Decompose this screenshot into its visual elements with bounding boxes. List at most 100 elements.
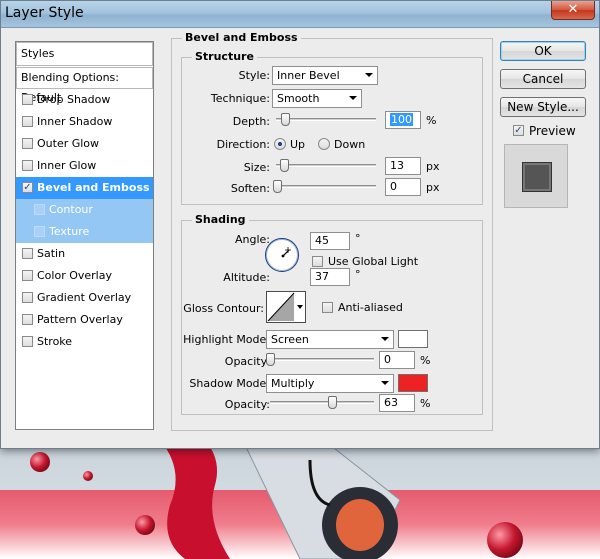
checkbox[interactable]: [22, 160, 33, 171]
shadow-mode-dropdown[interactable]: Multiply: [266, 374, 394, 393]
direction-up-label[interactable]: Up: [290, 138, 305, 151]
checkbox-checked[interactable]: [22, 182, 33, 193]
shadow-opacity-thumb[interactable]: [328, 396, 337, 409]
chevron-down-icon: [297, 305, 303, 309]
layer-style-dialog: Layer Style ✕ Styles Blending Options: D…: [0, 0, 600, 449]
highlight-mode-dropdown[interactable]: Screen: [266, 330, 394, 349]
soften-label: Soften:: [230, 182, 270, 195]
angle-unit: °: [355, 232, 361, 245]
preview-label[interactable]: Preview: [529, 124, 576, 138]
depth-slider-track[interactable]: [276, 118, 376, 121]
style-item-contour[interactable]: Contour: [16, 199, 153, 221]
global-light-checkbox[interactable]: [312, 256, 323, 267]
anti-aliased-checkbox[interactable]: [322, 302, 333, 313]
highlight-opacity-thumb[interactable]: [266, 353, 275, 366]
style-dropdown[interactable]: Inner Bevel: [272, 66, 378, 85]
size-label: Size:: [243, 161, 270, 174]
checkbox[interactable]: [34, 226, 45, 237]
structure-group: Structure Style: Inner Bevel Technique: …: [181, 50, 483, 205]
structure-title: Structure: [192, 50, 257, 63]
contour-curve-icon: [267, 292, 295, 322]
depth-label: Depth:: [232, 115, 270, 128]
checkbox[interactable]: [34, 204, 45, 215]
angle-label: Angle:: [234, 233, 270, 246]
style-item-bevel-emboss[interactable]: Bevel and Emboss: [16, 177, 153, 199]
checkbox[interactable]: [22, 314, 33, 325]
shadow-opacity-track[interactable]: [270, 401, 374, 404]
angle-indicator-icon: [281, 247, 291, 258]
altitude-input[interactable]: 37: [310, 268, 350, 286]
highlight-opacity-unit: %: [420, 354, 431, 367]
checkbox[interactable]: [22, 116, 33, 127]
gloss-contour-label: Gloss Contour:: [183, 302, 264, 315]
direction-down-radio[interactable]: [318, 138, 330, 150]
checkbox[interactable]: [22, 270, 33, 281]
soften-slider-thumb[interactable]: [273, 180, 282, 193]
chevron-down-icon: [381, 337, 389, 341]
depth-slider-thumb[interactable]: [281, 113, 290, 126]
checkbox[interactable]: [22, 336, 33, 347]
chevron-down-icon: [365, 73, 373, 77]
size-slider-track[interactable]: [276, 164, 376, 167]
size-slider-thumb[interactable]: [280, 159, 289, 172]
depth-input[interactable]: 100: [385, 111, 421, 129]
direction-label: Direction:: [216, 138, 270, 151]
soften-slider-track[interactable]: [276, 185, 376, 188]
cancel-button[interactable]: Cancel: [500, 69, 586, 89]
style-item-pattern-overlay[interactable]: Pattern Overlay: [16, 309, 153, 331]
highlight-mode-label: Highlight Mode:: [183, 333, 270, 346]
style-item-inner-shadow[interactable]: Inner Shadow: [16, 111, 153, 133]
style-item-color-overlay[interactable]: Color Overlay: [16, 265, 153, 287]
preview-checkbox[interactable]: [513, 125, 524, 136]
new-style-button[interactable]: New Style...: [500, 97, 586, 117]
checkbox[interactable]: [22, 138, 33, 149]
direction-down-label[interactable]: Down: [334, 138, 365, 151]
bevel-emboss-title: Bevel and Emboss: [182, 31, 301, 44]
altitude-label: Altitude:: [223, 271, 270, 284]
shadow-mode-label: Shadow Mode:: [189, 377, 270, 390]
preview-thumbnail: [504, 144, 568, 208]
technique-label: Technique:: [210, 92, 270, 105]
soften-input[interactable]: 0: [385, 178, 421, 196]
shading-group: Shading Angle: 45 ° Use Global Light Alt…: [181, 213, 483, 415]
style-item-inner-glow[interactable]: Inner Glow: [16, 155, 153, 177]
style-item-stroke[interactable]: Stroke: [16, 331, 153, 353]
direction-up-radio[interactable]: [274, 138, 286, 150]
checkbox[interactable]: [22, 292, 33, 303]
shading-title: Shading: [192, 213, 249, 226]
highlight-color-swatch[interactable]: [398, 330, 428, 348]
style-item-drop-shadow[interactable]: Drop Shadow: [16, 89, 153, 111]
style-item-texture[interactable]: Texture: [16, 221, 153, 243]
style-item-gradient-overlay[interactable]: Gradient Overlay: [16, 287, 153, 309]
checkbox[interactable]: [22, 94, 33, 105]
gloss-contour-picker[interactable]: [266, 291, 306, 323]
global-light-label[interactable]: Use Global Light: [328, 255, 418, 268]
checkbox[interactable]: [22, 248, 33, 259]
highlight-opacity-track[interactable]: [270, 358, 374, 361]
style-item-outer-glow[interactable]: Outer Glow: [16, 133, 153, 155]
technique-dropdown[interactable]: Smooth: [272, 89, 362, 108]
size-unit: px: [426, 160, 440, 173]
bevel-emboss-group: Bevel and Emboss Structure Style: Inner …: [171, 31, 493, 431]
shadow-opacity-input[interactable]: 63: [379, 394, 415, 412]
chevron-down-icon: [381, 381, 389, 385]
highlight-opacity-input[interactable]: 0: [379, 351, 415, 369]
angle-dial[interactable]: [265, 238, 299, 272]
ok-button[interactable]: OK: [500, 41, 586, 61]
shadow-opacity-label: Opacity:: [224, 398, 270, 411]
preview-swatch: [522, 162, 552, 192]
depth-unit: %: [426, 114, 437, 127]
window-title: Layer Style: [5, 5, 84, 21]
styles-header[interactable]: Styles: [16, 42, 153, 66]
shadow-color-swatch[interactable]: [398, 374, 428, 392]
title-bar[interactable]: Layer Style ✕: [1, 1, 599, 28]
close-button[interactable]: ✕: [551, 1, 595, 20]
anti-aliased-label[interactable]: Anti-aliased: [338, 301, 403, 314]
style-item-satin[interactable]: Satin: [16, 243, 153, 265]
styles-list: Styles Blending Options: Default Drop Sh…: [15, 41, 154, 430]
dialog-client: Styles Blending Options: Default Drop Sh…: [8, 30, 594, 444]
size-input[interactable]: 13: [385, 157, 421, 175]
angle-input[interactable]: 45: [310, 232, 350, 250]
blending-options[interactable]: Blending Options: Default: [16, 67, 153, 104]
close-icon: ✕: [567, 2, 579, 17]
